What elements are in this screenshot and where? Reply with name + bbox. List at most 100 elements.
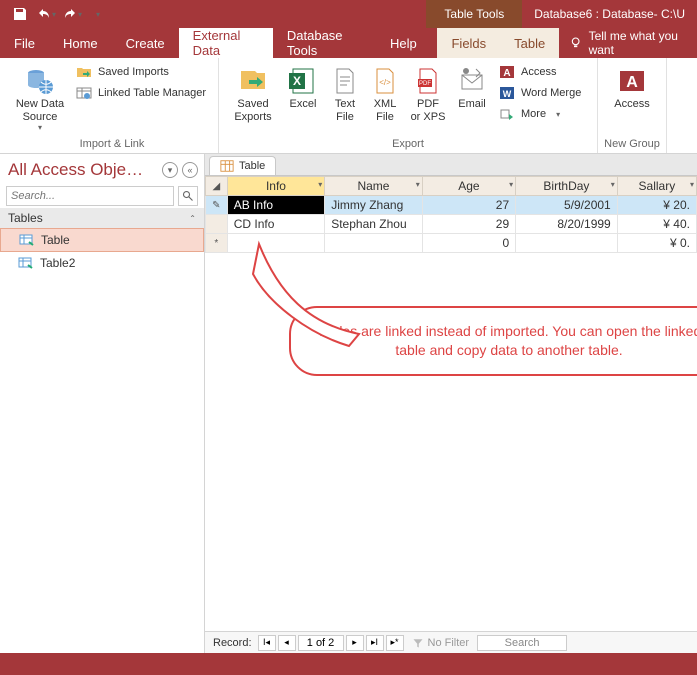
excel-icon: X	[287, 65, 319, 97]
table-row[interactable]: CD Info Stephan Zhou 29 8/20/1999 ¥ 40.	[206, 215, 697, 234]
linked-table-manager-button[interactable]: Linked Table Manager	[72, 83, 212, 103]
tab-help[interactable]: Help	[376, 28, 431, 58]
tab-database-tools[interactable]: Database Tools	[273, 28, 376, 58]
column-dropdown-icon[interactable]: ▾	[690, 180, 694, 189]
col-header-birthday[interactable]: BirthDay▾	[516, 177, 618, 196]
text-file-icon	[329, 65, 361, 97]
tell-me-search[interactable]: Tell me what you want	[559, 28, 697, 58]
table-row[interactable]: ✎ AB Info Jimmy Zhang 27 5/9/2001 ¥ 20.	[206, 196, 697, 215]
word-merge-button[interactable]: W Word Merge	[495, 83, 591, 103]
tell-me-label: Tell me what you want	[589, 29, 687, 57]
column-dropdown-icon[interactable]: ▾	[509, 180, 513, 189]
saved-exports-button[interactable]: Saved Exports	[225, 62, 281, 125]
nav-dropdown-icon[interactable]: ▾	[162, 162, 178, 178]
redo-icon[interactable]: ▾	[60, 3, 84, 25]
table-icon	[220, 159, 234, 173]
record-prev-button[interactable]: ◂	[278, 635, 296, 651]
svg-text:PDF: PDF	[419, 81, 431, 87]
export-email-button[interactable]: Email	[451, 62, 493, 113]
new-data-source-button[interactable]: New Data Source▾	[12, 62, 68, 134]
cell[interactable]: ¥ 20.	[617, 196, 696, 215]
svg-text:X: X	[293, 74, 301, 88]
group-import-label: Import & Link	[12, 136, 212, 153]
undo-icon[interactable]: ▾	[34, 3, 58, 25]
export-more-button[interactable]: More▾	[495, 104, 591, 124]
cell[interactable]	[516, 234, 618, 253]
lightbulb-icon	[569, 35, 582, 51]
svg-text:A: A	[503, 68, 510, 79]
col-header-name[interactable]: Name▾	[325, 177, 423, 196]
record-position-input[interactable]	[298, 635, 344, 651]
cell[interactable]: Stephan Zhou	[325, 215, 423, 234]
select-all-cell[interactable]: ◢	[206, 177, 228, 196]
document-tab-table[interactable]: Table	[209, 156, 276, 175]
record-next-button[interactable]: ▸	[346, 635, 364, 651]
export-access-button[interactable]: A Access	[495, 62, 591, 82]
group-new-label: New Group	[604, 136, 660, 153]
cell[interactable]: ¥ 0.	[617, 234, 696, 253]
cell[interactable]: 27	[422, 196, 515, 215]
col-header-info[interactable]: Info▾	[227, 177, 325, 196]
cell[interactable]: CD Info	[227, 215, 325, 234]
nav-item-table2[interactable]: Table2	[0, 252, 204, 274]
cell[interactable]: 5/9/2001	[516, 196, 618, 215]
save-icon[interactable]	[8, 3, 32, 25]
newgroup-access-button[interactable]: A Access	[604, 62, 660, 113]
nav-search-input[interactable]	[6, 186, 174, 206]
export-xml-button[interactable]: </> XML File	[365, 62, 405, 125]
database-globe-icon	[24, 65, 56, 97]
word-icon: W	[499, 85, 515, 101]
export-text-button[interactable]: Text File	[325, 62, 365, 125]
nav-item-table[interactable]: Table	[0, 228, 204, 252]
row-selector-editing[interactable]: ✎	[206, 196, 228, 215]
cell[interactable]: AB Info	[227, 196, 325, 215]
column-dropdown-icon[interactable]: ▾	[318, 180, 322, 189]
row-selector-new[interactable]: *	[206, 234, 228, 253]
nav-group-tables[interactable]: Tables ⌃	[0, 208, 204, 228]
folder-import-icon	[76, 64, 92, 80]
column-dropdown-icon[interactable]: ▾	[416, 180, 420, 189]
nav-pane-title[interactable]: All Access Obje…	[8, 160, 158, 180]
svg-text:W: W	[503, 89, 512, 99]
filter-icon	[412, 637, 424, 649]
tab-table[interactable]: Table	[500, 28, 559, 58]
table-row-new[interactable]: * 0 ¥ 0.	[206, 234, 697, 253]
cell[interactable]	[227, 234, 325, 253]
tab-file[interactable]: File	[0, 28, 49, 58]
record-last-button[interactable]: ▸I	[366, 635, 384, 651]
cell[interactable]: 8/20/1999	[516, 215, 618, 234]
cell[interactable]: ¥ 40.	[617, 215, 696, 234]
record-new-button[interactable]: ▸*	[386, 635, 404, 651]
status-bar	[0, 653, 697, 675]
saved-imports-button[interactable]: Saved Imports	[72, 62, 212, 82]
tab-create[interactable]: Create	[112, 28, 179, 58]
row-selector[interactable]	[206, 215, 228, 234]
database-title: Database6 : Database- C:\U	[522, 7, 697, 21]
col-header-age[interactable]: Age▾	[422, 177, 515, 196]
nav-search-button[interactable]	[178, 186, 198, 206]
filter-indicator[interactable]: No Filter	[406, 637, 476, 649]
cell[interactable]	[325, 234, 423, 253]
column-dropdown-icon[interactable]: ▾	[611, 180, 615, 189]
export-excel-button[interactable]: X Excel	[281, 62, 325, 113]
access-big-icon: A	[616, 65, 648, 97]
xml-file-icon: </>	[369, 65, 401, 97]
record-search-input[interactable]	[477, 635, 567, 651]
tab-external-data[interactable]: External Data	[179, 28, 273, 58]
email-icon	[456, 65, 488, 97]
search-icon	[182, 190, 194, 202]
cell[interactable]: Jimmy Zhang	[325, 196, 423, 215]
pdf-icon: PDF	[412, 65, 444, 97]
svg-text:A: A	[626, 74, 638, 91]
customize-qat-icon[interactable]: ▾	[86, 3, 110, 25]
tab-fields[interactable]: Fields	[437, 28, 500, 58]
more-icon	[499, 106, 515, 122]
col-header-salary[interactable]: Sallary▾	[617, 177, 696, 196]
record-label: Record:	[209, 637, 256, 649]
tab-home[interactable]: Home	[49, 28, 112, 58]
record-first-button[interactable]: I◂	[258, 635, 276, 651]
export-pdf-button[interactable]: PDF PDF or XPS	[405, 62, 451, 125]
cell[interactable]: 29	[422, 215, 515, 234]
nav-collapse-icon[interactable]: «	[182, 162, 198, 178]
cell[interactable]: 0	[422, 234, 515, 253]
